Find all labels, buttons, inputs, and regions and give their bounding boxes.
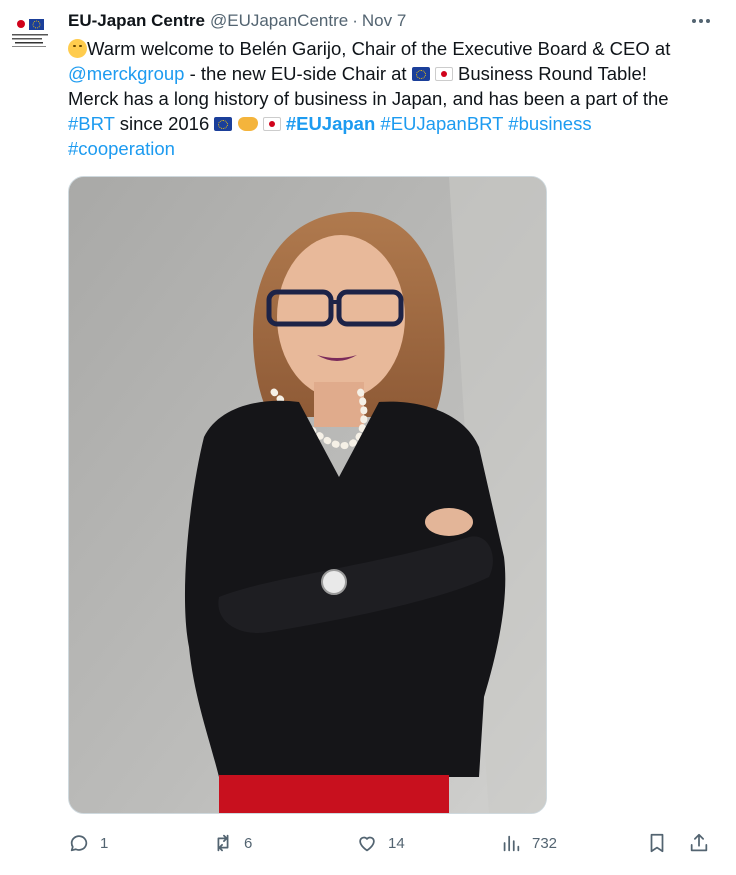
more-button[interactable] (688, 8, 714, 34)
text-line-4: #BRT since 2016 #EUJapan #EUJapanBRT #bu… (68, 111, 708, 136)
text-segment: Business Round Table! (452, 63, 647, 84)
views-count: 732 (532, 834, 558, 852)
hashtag-eujapanbrt[interactable]: #EUJapanBRT (380, 113, 503, 134)
hashtag-eujapan[interactable]: #EUJapan (286, 113, 375, 134)
bookmark-button[interactable] (646, 826, 668, 860)
hugging-face-emoji-icon (68, 39, 87, 58)
text-segment: Warm welcome to Belén Garijo, Chair of t… (87, 38, 671, 59)
handshake-icon (237, 117, 258, 131)
separator: · (352, 11, 358, 30)
tweet-text: Warm welcome to Belén Garijo, Chair of t… (68, 36, 708, 161)
hashtag-business[interactable]: #business (508, 113, 591, 134)
hashtag-cooperation[interactable]: #cooperation (68, 138, 175, 159)
portrait-image (69, 177, 546, 813)
tweet-header: EU-Japan Centre @EUJapanCentre · Nov 7 (68, 9, 716, 33)
eu-flag-icon (214, 117, 233, 131)
like-button[interactable]: 14 (356, 826, 405, 860)
tweet-actions: 1 6 14 732 (68, 826, 718, 860)
reply-icon (70, 835, 88, 852)
repost-icon (217, 834, 229, 852)
more-icon (692, 19, 710, 23)
text-segment: since 2016 (114, 113, 215, 134)
like-count: 14 (388, 834, 405, 852)
tweet-date[interactable]: Nov 7 (362, 11, 406, 31)
share-icon (690, 833, 708, 852)
text-line-3: Merck has a long history of business in … (68, 88, 669, 109)
japan-flag-icon (434, 67, 453, 81)
reply-button[interactable]: 1 (68, 826, 108, 860)
bookmark-icon (650, 833, 664, 853)
repost-count: 6 (244, 834, 253, 852)
reply-count: 1 (100, 834, 109, 852)
text-line-1: Warm welcome to Belén Garijo, Chair of t… (68, 36, 708, 61)
repost-button[interactable]: 6 (212, 826, 252, 860)
views-icon (503, 835, 520, 852)
author-name[interactable]: EU-Japan Centre (68, 11, 205, 31)
tweet-photo[interactable] (68, 176, 547, 814)
mention-merckgroup[interactable]: @merckgroup (68, 63, 184, 84)
avatar[interactable] (6, 8, 56, 58)
text-segment: - the new EU-side Chair at (184, 63, 412, 84)
eu-flag-icon (411, 67, 430, 81)
text-line-2: @merckgroup - the new EU-side Chair at B… (68, 61, 708, 86)
author-handle[interactable]: @EUJapanCentre (210, 11, 348, 31)
like-icon (359, 836, 375, 852)
eu-japan-centre-logo (12, 19, 48, 47)
views-button[interactable]: 732 (500, 826, 557, 860)
japan-flag-icon (262, 117, 281, 131)
text-line-5: #cooperation (68, 136, 708, 161)
hashtag-brt[interactable]: #BRT (68, 113, 115, 134)
share-button[interactable] (688, 826, 710, 860)
